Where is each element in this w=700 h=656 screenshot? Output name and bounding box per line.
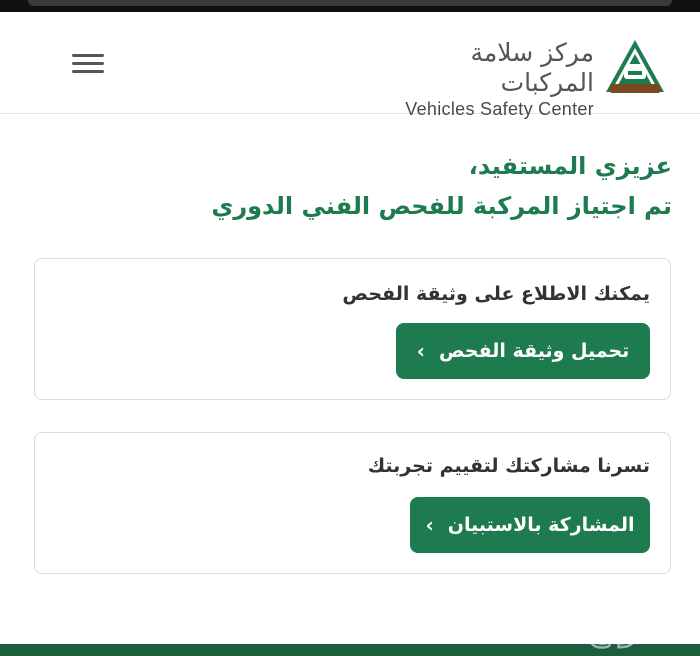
survey-participation-button[interactable]: المشاركة بالاستبيان › <box>410 497 650 553</box>
site-header: مركز سلامة المركبات Vehicles Safety Cent… <box>0 12 700 119</box>
card-text: يمكنك الاطلاع على وثيقة الفحص <box>342 283 650 305</box>
inspection-document-card: يمكنك الاطلاع على وثيقة الفحص تحميل وثيق… <box>34 258 671 400</box>
brand-name-english: Vehicles Safety Center <box>405 99 594 119</box>
chevron-left-icon: › <box>416 339 425 363</box>
svg-text:حراج: حراج <box>588 613 660 648</box>
survey-card: تسرنا مشاركتك لتقييم تجربتك المشاركة بال… <box>34 432 671 574</box>
device-status-bar <box>0 0 700 12</box>
status-bar-notch <box>28 0 672 6</box>
button-label: تحميل وثيقة الفحص <box>438 340 630 362</box>
greeting-line-1: عزيزي المستفيد، <box>468 152 672 180</box>
greeting-message: عزيزي المستفيد، تم اجتياز المركبة للفحص … <box>172 146 672 226</box>
brand[interactable]: مركز سلامة المركبات Vehicles Safety Cent… <box>366 36 666 119</box>
card-text: تسرنا مشاركتك لتقييم تجربتك <box>367 455 650 477</box>
download-inspection-document-button[interactable]: تحميل وثيقة الفحص › <box>396 323 650 379</box>
chevron-left-icon: › <box>425 513 434 537</box>
button-label: المشاركة بالاستبيان <box>447 514 635 536</box>
watermark-logo: حراج <box>587 612 662 650</box>
greeting-line-2: تم اجتياز المركبة للفحص الفني الدوري <box>211 192 672 220</box>
hamburger-menu-icon[interactable] <box>68 50 108 80</box>
brand-text: مركز سلامة المركبات Vehicles Safety Cent… <box>374 38 594 120</box>
brand-name-arabic: مركز سلامة المركبات <box>470 38 595 97</box>
vehicle-triangle-logo <box>606 40 664 93</box>
